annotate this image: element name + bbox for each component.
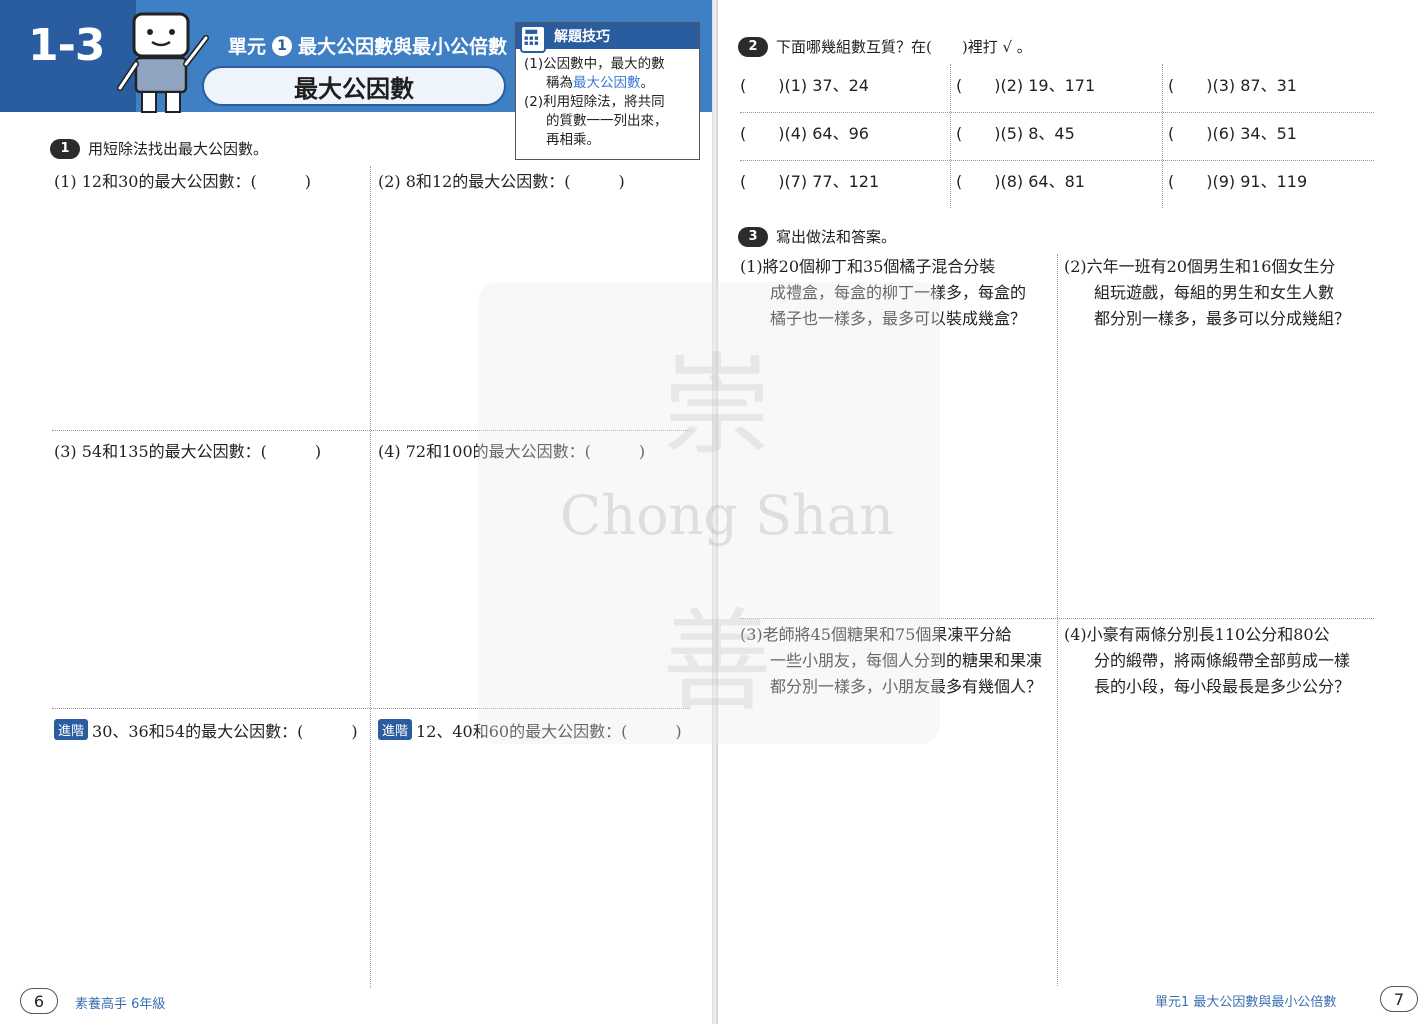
q1-advanced-2: 進階 12、40和60的最大公因數：( ) [378, 718, 682, 742]
tips-header: 解題技巧 [516, 23, 699, 53]
word-problem-4-line-3: 長的小段，每小段最長是多少公分？ [1094, 677, 1351, 696]
coprime-item-1: ( )(1) 37、24 [740, 76, 869, 95]
word-problem-2-line-2: 組玩遊戲，每組的男生和女生人數 [1094, 283, 1335, 302]
unit-title: 最大公因數與最小公倍數 [298, 36, 508, 58]
coprime-item-7: ( )(7) 77、121 [740, 172, 880, 191]
question-2-instruction: 下面哪幾組數互質？在( )裡打 √ 。 [776, 38, 1032, 56]
word-problem-3-line-1: 老師將45個糖果和75個果凍平分給 [762, 625, 1012, 644]
tips-box: 解題技巧 (1)公因數中，最大的數 稱為最大公因數。 (2)利用短除法，將共同 … [515, 22, 700, 160]
word-problem-2-line-1: 六年一班有20個男生和16個女生分 [1086, 257, 1336, 276]
page-number-right: 7 [1380, 986, 1418, 1012]
question-3-instruction: 寫出做法和答案。 [776, 228, 897, 246]
advanced-2-text: 12、40和60的最大公因數：( ) [416, 722, 682, 741]
question-2-heading: 2 下面哪幾組數互質？在( )裡打 √ 。 [738, 36, 1032, 57]
tip-line-1: (1)公因數中，最大的數 [524, 56, 665, 72]
watermark-char-top: 崇 [662, 342, 772, 470]
footer-left: 素養高手 6年級 [75, 997, 166, 1012]
question-1-badge: 1 [50, 138, 80, 159]
tips-heading: 解題技巧 [554, 29, 610, 45]
q1-item-1: (1) 12和30的最大公因數：( ) [54, 172, 311, 191]
question-3-badge: 3 [738, 226, 768, 247]
page-number-left: 6 [20, 988, 58, 1014]
question-1-heading: 1 用短除法找出最大公因數。 [50, 138, 268, 159]
unit-number-badge: 1 [272, 35, 293, 56]
tips-body: (1)公因數中，最大的數 稱為最大公因數。 (2)利用短除法，將共同 的質數一一… [516, 49, 699, 150]
coprime-divider-1 [950, 64, 951, 208]
coprime-item-8: ( )(8) 64、81 [956, 172, 1085, 191]
word-problem-4-line-2: 分的緞帶，將兩條緞帶全部剪成一樣 [1094, 651, 1351, 670]
question-2-badge: 2 [738, 36, 768, 57]
word-problem-3-line-2: 一些小朋友，每個人分到的糖果和果凍 [770, 651, 1043, 670]
advanced-tag: 進階 [378, 719, 413, 740]
coprime-item-5: ( )(5) 8、45 [956, 124, 1075, 143]
advanced-tag: 進階 [54, 719, 89, 740]
word-problem-3-line-3: 都分別一樣多，小朋友最多有幾個人？ [770, 677, 1043, 696]
watermark-text: Chong Shan [560, 484, 894, 547]
word-problem-divider-horizontal [740, 618, 1374, 619]
word-problem-1-line-1: 將20個柳丁和35個橘子混合分裝 [762, 257, 996, 276]
tip-highlight: 最大公因數 [573, 75, 641, 91]
tip-line-2-post: 。 [640, 75, 655, 91]
q1-item-2: (2) 8和12的最大公因數：( ) [378, 172, 625, 191]
unit-label: 單元 [228, 36, 267, 58]
robot-mascot-icon [117, 12, 209, 113]
word-problem-1: (1)將20個柳丁和35個橘子混合分裝 成禮盒，每盒的柳丁一樣多，每盒的 橘子也… [740, 254, 1052, 332]
coprime-item-9: ( )(9) 91、119 [1168, 172, 1308, 191]
question-3-heading: 3 寫出做法和答案。 [738, 226, 896, 247]
grid-divider-row-2 [52, 708, 690, 709]
coprime-item-3: ( )(3) 87、31 [1168, 76, 1297, 95]
word-problem-2-line-3: 都分別一樣多，最多可以分成幾組？ [1094, 309, 1351, 328]
word-problem-2-num: (2) [1064, 257, 1087, 276]
question-1-instruction: 用短除法找出最大公因數。 [88, 140, 269, 158]
advanced-1-text: 30、36和54的最大公因數：( ) [92, 722, 358, 741]
coprime-row-divider-1 [740, 112, 1374, 113]
word-problem-1-line-2: 成禮盒，每盒的柳丁一樣多，每盒的 [770, 283, 1027, 302]
coprime-row-divider-2 [740, 160, 1374, 161]
footer-right: 單元1 最大公因數與最小公倍數 [1155, 995, 1337, 1010]
word-problem-3: (3)老師將45個糖果和75個果凍平分給 一些小朋友，每個人分到的糖果和果凍 都… [740, 622, 1052, 700]
coprime-divider-2 [1162, 64, 1163, 208]
coprime-item-2: ( )(2) 19、171 [956, 76, 1096, 95]
tip-line-5: 再相乘。 [546, 132, 600, 148]
grid-divider-vertical [370, 166, 371, 988]
word-problem-4-line-1: 小豪有兩條分別長110公分和80公 [1086, 625, 1330, 644]
tip-line-3: (2)利用短除法，將共同 [524, 94, 665, 110]
word-problem-4: (4)小豪有兩條分別長110公分和80公 分的緞帶，將兩條緞帶全部剪成一樣 長的… [1064, 622, 1376, 700]
lesson-number: 1-3 [28, 20, 105, 71]
word-problem-divider-vertical [1057, 254, 1058, 986]
lesson-title: 最大公因數 [202, 66, 506, 106]
tip-line-2-pre: 稱為 [546, 75, 573, 91]
word-problem-1-num: (1) [740, 257, 763, 276]
q1-advanced-1: 進階 30、36和54的最大公因數：( ) [54, 718, 358, 742]
q1-item-3: (3) 54和135的最大公因數：( ) [54, 442, 322, 461]
tip-line-4: 的質數一一列出來， [546, 113, 668, 129]
word-problem-2: (2)六年一班有20個男生和16個女生分 組玩遊戲，每組的男生和女生人數 都分別… [1064, 254, 1376, 332]
q1-item-4: (4) 72和100的最大公因數：( ) [378, 442, 646, 461]
watermark-char-bottom: 善 [662, 598, 772, 726]
calculator-icon [520, 25, 546, 53]
word-problem-1-line-3: 橘子也一樣多，最多可以裝成幾盒？ [770, 309, 1027, 328]
coprime-item-6: ( )(6) 34、51 [1168, 124, 1297, 143]
coprime-item-4: ( )(4) 64、96 [740, 124, 869, 143]
unit-heading: 單元 1 最大公因數與最小公倍數 [228, 32, 507, 59]
tip-line-2: 稱為最大公因數。 [524, 74, 691, 93]
grid-divider-row-1 [52, 430, 690, 431]
word-problem-4-num: (4) [1064, 625, 1087, 644]
